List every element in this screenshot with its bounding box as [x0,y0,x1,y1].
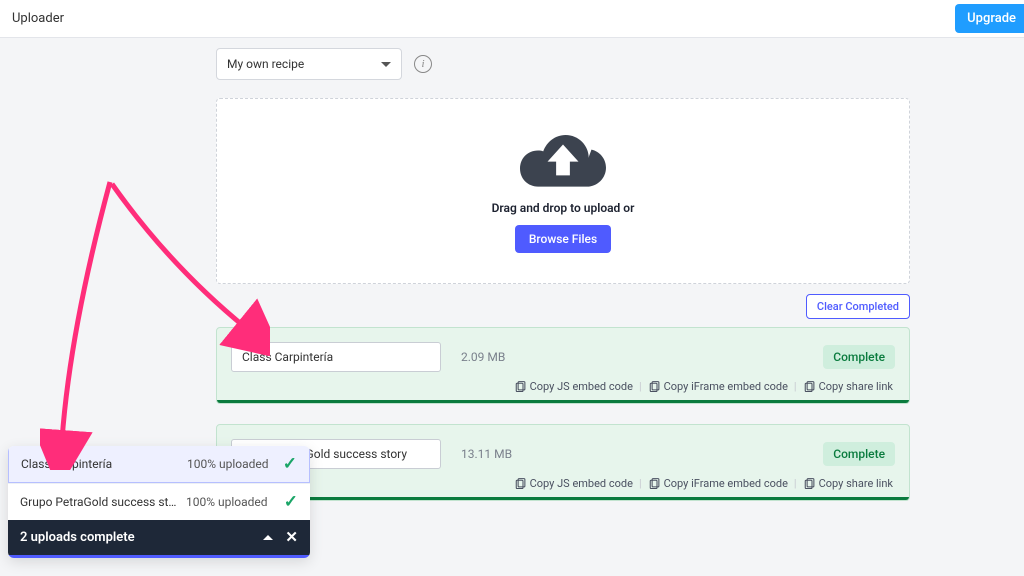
clear-completed-button[interactable]: Clear Completed [806,294,910,319]
toast-summary-bar: 2 uploads complete ✕ [8,520,310,555]
copy-share-link-button[interactable]: Copy share link [801,477,895,490]
toast-item-pct: 100% uploaded [187,457,275,471]
chevron-down-icon [381,62,391,67]
upgrade-button[interactable]: Upgrade [955,4,1024,33]
status-badge: Complete [823,442,895,466]
info-icon[interactable]: i [414,55,432,73]
copy-iframe-embed-button[interactable]: Copy iFrame embed code [646,380,790,393]
check-icon: ✓ [283,454,297,474]
copy-js-embed-button[interactable]: Copy JS embed code [512,380,635,393]
dropzone[interactable]: Drag and drop to upload or Browse Files [216,98,910,284]
copy-share-link-button[interactable]: Copy share link [801,380,895,393]
toast-progress-bar [8,555,310,558]
topbar: Uploader Upgrade [0,0,1024,38]
copy-icon [514,478,526,490]
cloud-upload-icon [520,129,606,191]
status-badge: Complete [823,345,895,369]
upload-size: 13.11 MB [461,447,512,461]
upload-card: 2.09 MB Complete Copy JS embed code | Co… [216,327,910,404]
check-icon: ✓ [284,492,298,512]
recipe-selected-label: My own recipe [227,57,304,71]
copy-icon [648,381,660,393]
copy-icon [803,478,815,490]
upload-size: 2.09 MB [461,350,505,364]
toast-row: Class Carpintería 100% uploaded ✓ [8,446,310,483]
copy-icon [648,478,660,490]
toast-item-name: Class Carpintería [21,457,179,471]
copy-icon [514,381,526,393]
toast-summary-text: 2 uploads complete [20,530,135,545]
recipe-select[interactable]: My own recipe [216,48,402,80]
close-icon[interactable]: ✕ [285,530,298,545]
copy-icon [803,381,815,393]
upload-toast: Class Carpintería 100% uploaded ✓ Grupo … [8,446,310,558]
page-title: Uploader [12,11,64,26]
upload-card: 13.11 MB Complete Copy JS embed code | C… [216,424,910,501]
copy-js-embed-button[interactable]: Copy JS embed code [512,477,635,490]
upload-name-input[interactable] [231,342,441,372]
toast-item-pct: 100% uploaded [186,495,276,509]
browse-files-button[interactable]: Browse Files [515,225,611,253]
copy-iframe-embed-button[interactable]: Copy iFrame embed code [646,477,790,490]
dropzone-hint: Drag and drop to upload or [492,201,635,215]
toast-row: Grupo PetraGold success sto… 100% upload… [8,483,310,520]
toast-item-name: Grupo PetraGold success sto… [20,495,178,509]
chevron-up-icon[interactable] [263,535,273,540]
